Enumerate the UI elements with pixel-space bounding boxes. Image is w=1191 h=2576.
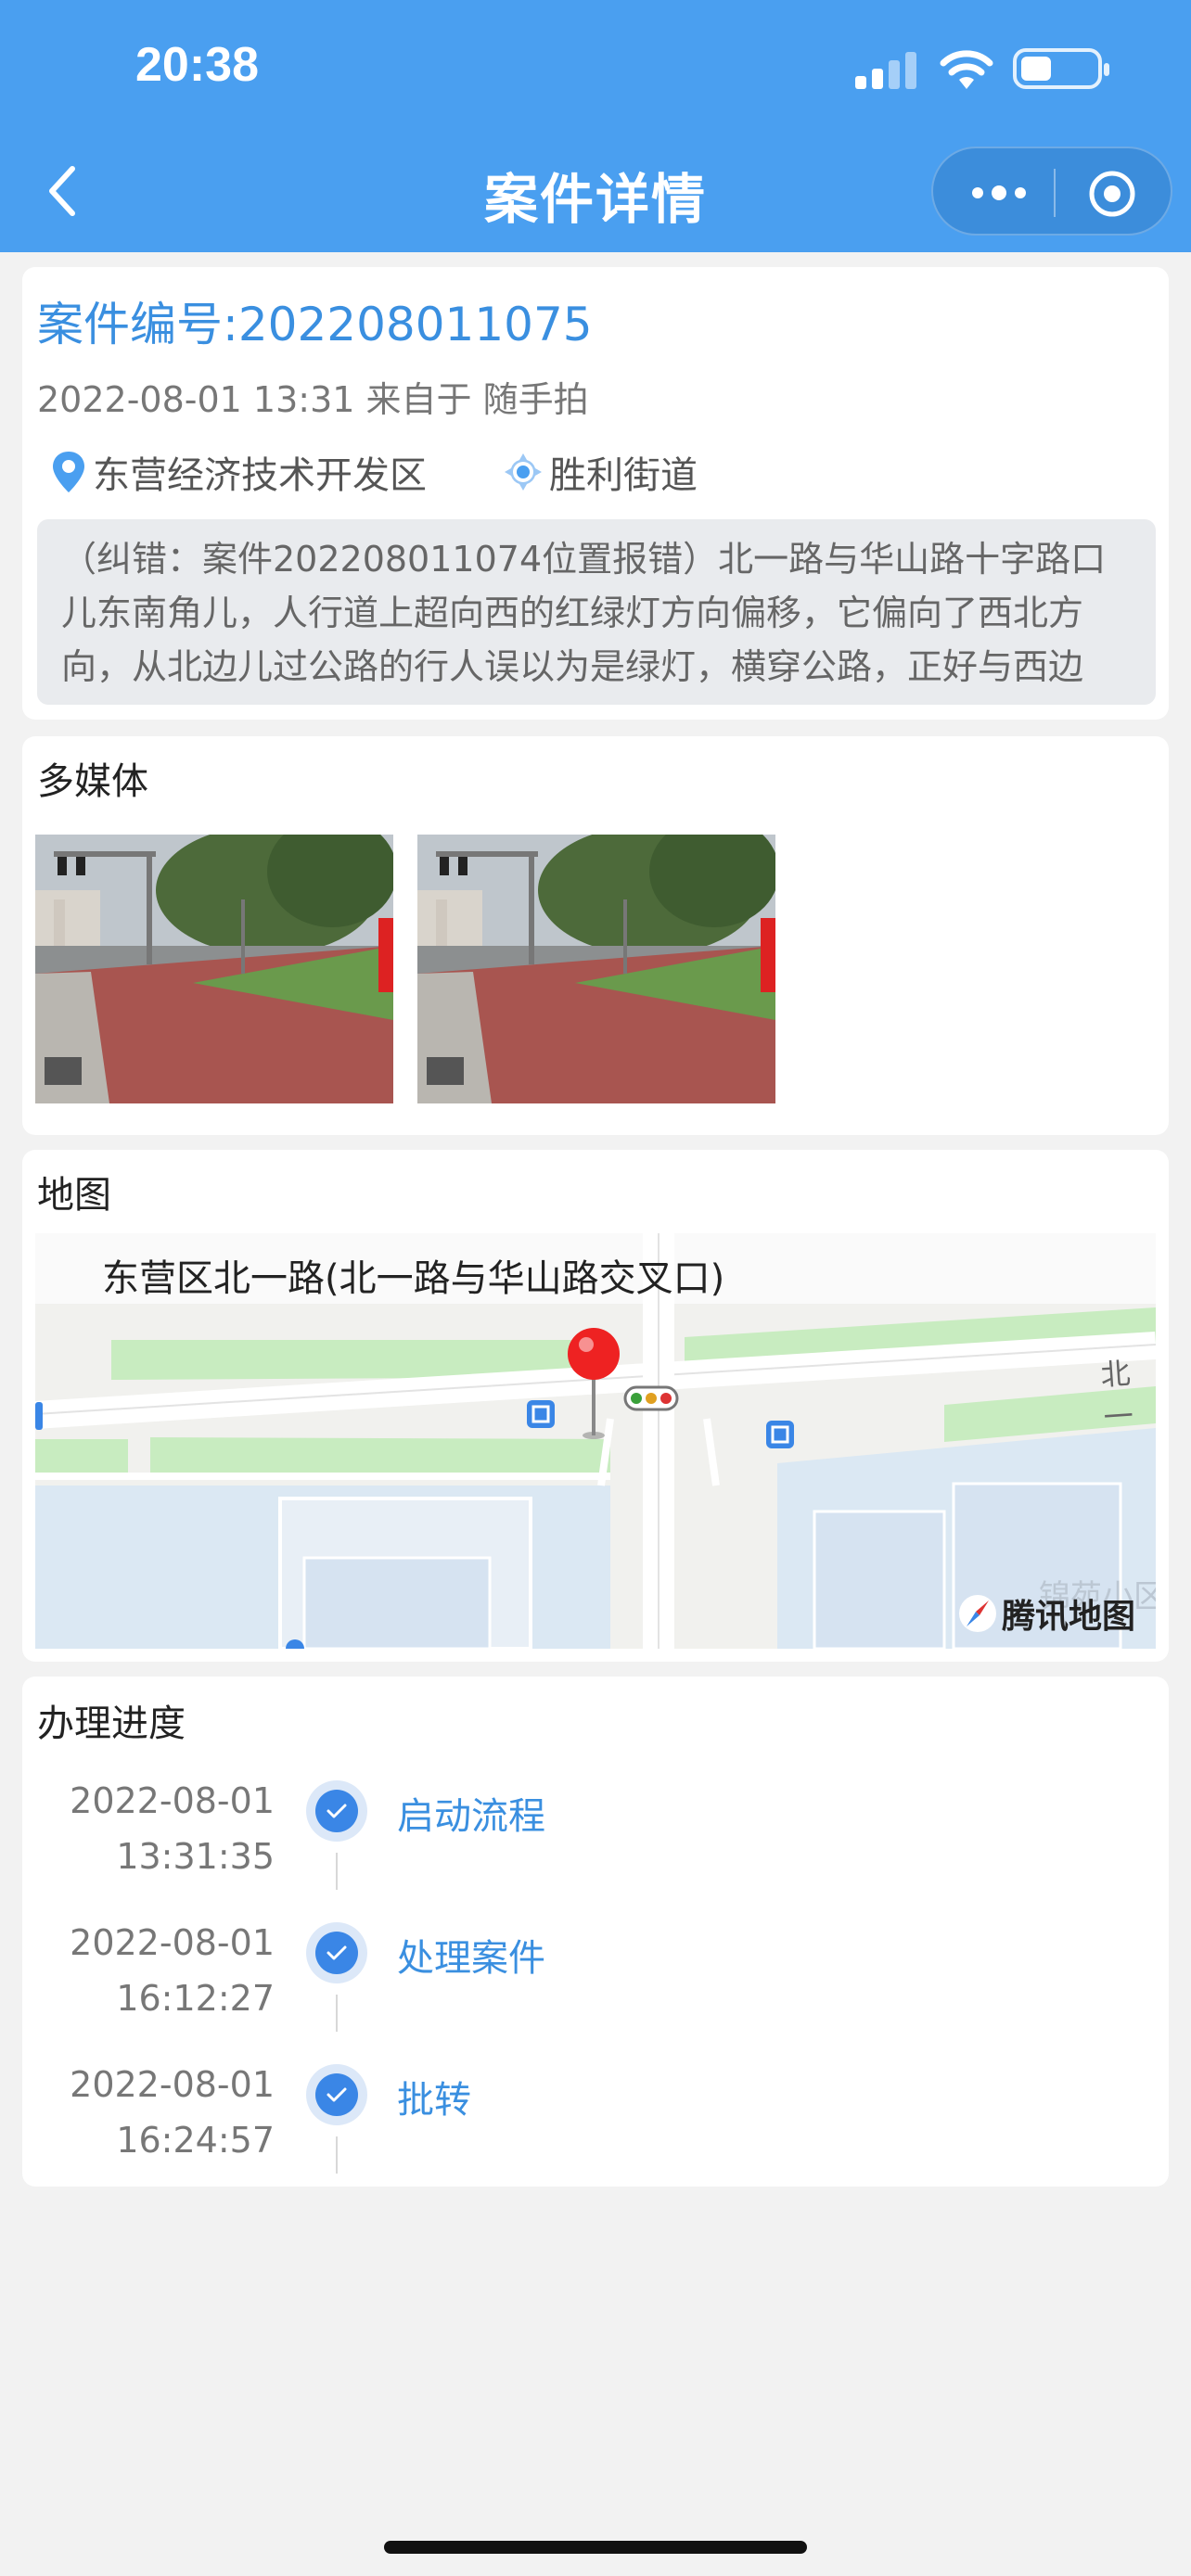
case-meta: 2022-08-01 13:31 来自于 随手拍 — [37, 379, 589, 420]
progress-step: 2022-08-01 13:31:35 启动流程 — [22, 1773, 1169, 1912]
step-label: 启动流程 — [397, 1795, 545, 1838]
media-thumbnail[interactable] — [417, 835, 775, 1103]
map-card: 地图 东营区北一路(北一路与华山路交叉口) 北一 锦苑小区 腾讯地图 — [22, 1150, 1169, 1662]
capsule-divider — [1054, 169, 1056, 217]
compass-icon — [958, 1595, 996, 1632]
case-info-card: 案件编号:202208011075 2022-08-01 13:31 来自于 随… — [22, 267, 1169, 720]
media-thumbnail[interactable] — [35, 835, 393, 1103]
step-label: 批转 — [397, 2079, 471, 2122]
progress-step: 2022-08-01 16:24:57 批转 — [22, 2057, 1169, 2196]
district-label: 东营经济技术开发区 — [93, 454, 427, 497]
district-tag: 东营经济技术开发区 — [50, 445, 427, 499]
map-attribution: 腾讯地图 — [957, 1589, 1135, 1638]
wifi-icon — [940, 50, 993, 89]
home-indicator[interactable] — [384, 2541, 807, 2554]
step-datetime: 2022-08-01 16:24:57 — [70, 2057, 275, 2168]
map-attribution-label: 腾讯地图 — [1001, 1598, 1135, 1636]
progress-step: 2022-08-01 16:12:27 处理案件 — [22, 1915, 1169, 2054]
location-pin-icon — [53, 452, 84, 492]
close-miniprogram-icon[interactable] — [1087, 169, 1137, 219]
step-date: 2022-08-01 — [70, 1780, 275, 1821]
status-time: 20:38 — [135, 38, 259, 92]
check-icon — [327, 1804, 347, 1818]
progress-section-title: 办理进度 — [37, 1702, 186, 1745]
case-number: 案件编号:202208011075 — [37, 298, 593, 351]
step-status-dot — [306, 2064, 367, 2125]
step-connector — [336, 1853, 338, 1890]
step-datetime: 2022-08-01 16:12:27 — [70, 1915, 275, 2026]
step-connector — [336, 2136, 338, 2174]
step-status-dot — [306, 1922, 367, 1983]
map-view[interactable]: 东营区北一路(北一路与华山路交叉口) 北一 锦苑小区 腾讯地图 — [35, 1233, 1156, 1649]
map-section-title: 地图 — [37, 1174, 111, 1217]
step-datetime: 2022-08-01 13:31:35 — [70, 1773, 275, 1884]
location-target-icon — [505, 453, 542, 491]
step-date: 2022-08-01 — [70, 1922, 275, 1963]
step-status-dot — [306, 1780, 367, 1842]
step-time: 13:31:35 — [116, 1836, 275, 1877]
battery-icon — [1013, 48, 1109, 89]
map-address: 东营区北一路(北一路与华山路交叉口) — [102, 1257, 725, 1300]
case-description: （纠错：案件202208011074位置报错）北一路与华山路十字路口儿东南角儿，… — [37, 519, 1156, 705]
street-tag: 胜利街道 — [503, 445, 698, 499]
media-section-title: 多媒体 — [37, 760, 148, 803]
more-icon[interactable] — [968, 174, 1030, 211]
check-icon — [327, 2087, 347, 2102]
header-bar: 20:38 案件详情 — [0, 0, 1191, 252]
step-connector — [336, 1995, 338, 2032]
media-card: 多媒体 — [22, 736, 1169, 1135]
step-date: 2022-08-01 — [70, 2064, 275, 2105]
step-label: 处理案件 — [397, 1937, 545, 1980]
step-time: 16:24:57 — [116, 2120, 275, 2161]
street-label: 胜利街道 — [549, 454, 698, 497]
step-time: 16:12:27 — [116, 1978, 275, 2019]
signal-icon — [855, 52, 916, 89]
map-road-label: 北一 — [1099, 1356, 1135, 1435]
mini-program-capsule — [931, 147, 1172, 236]
progress-card: 办理进度 2022-08-01 13:31:35 启动流程 2022-08-01… — [22, 1677, 1169, 2187]
check-icon — [327, 1945, 347, 1960]
